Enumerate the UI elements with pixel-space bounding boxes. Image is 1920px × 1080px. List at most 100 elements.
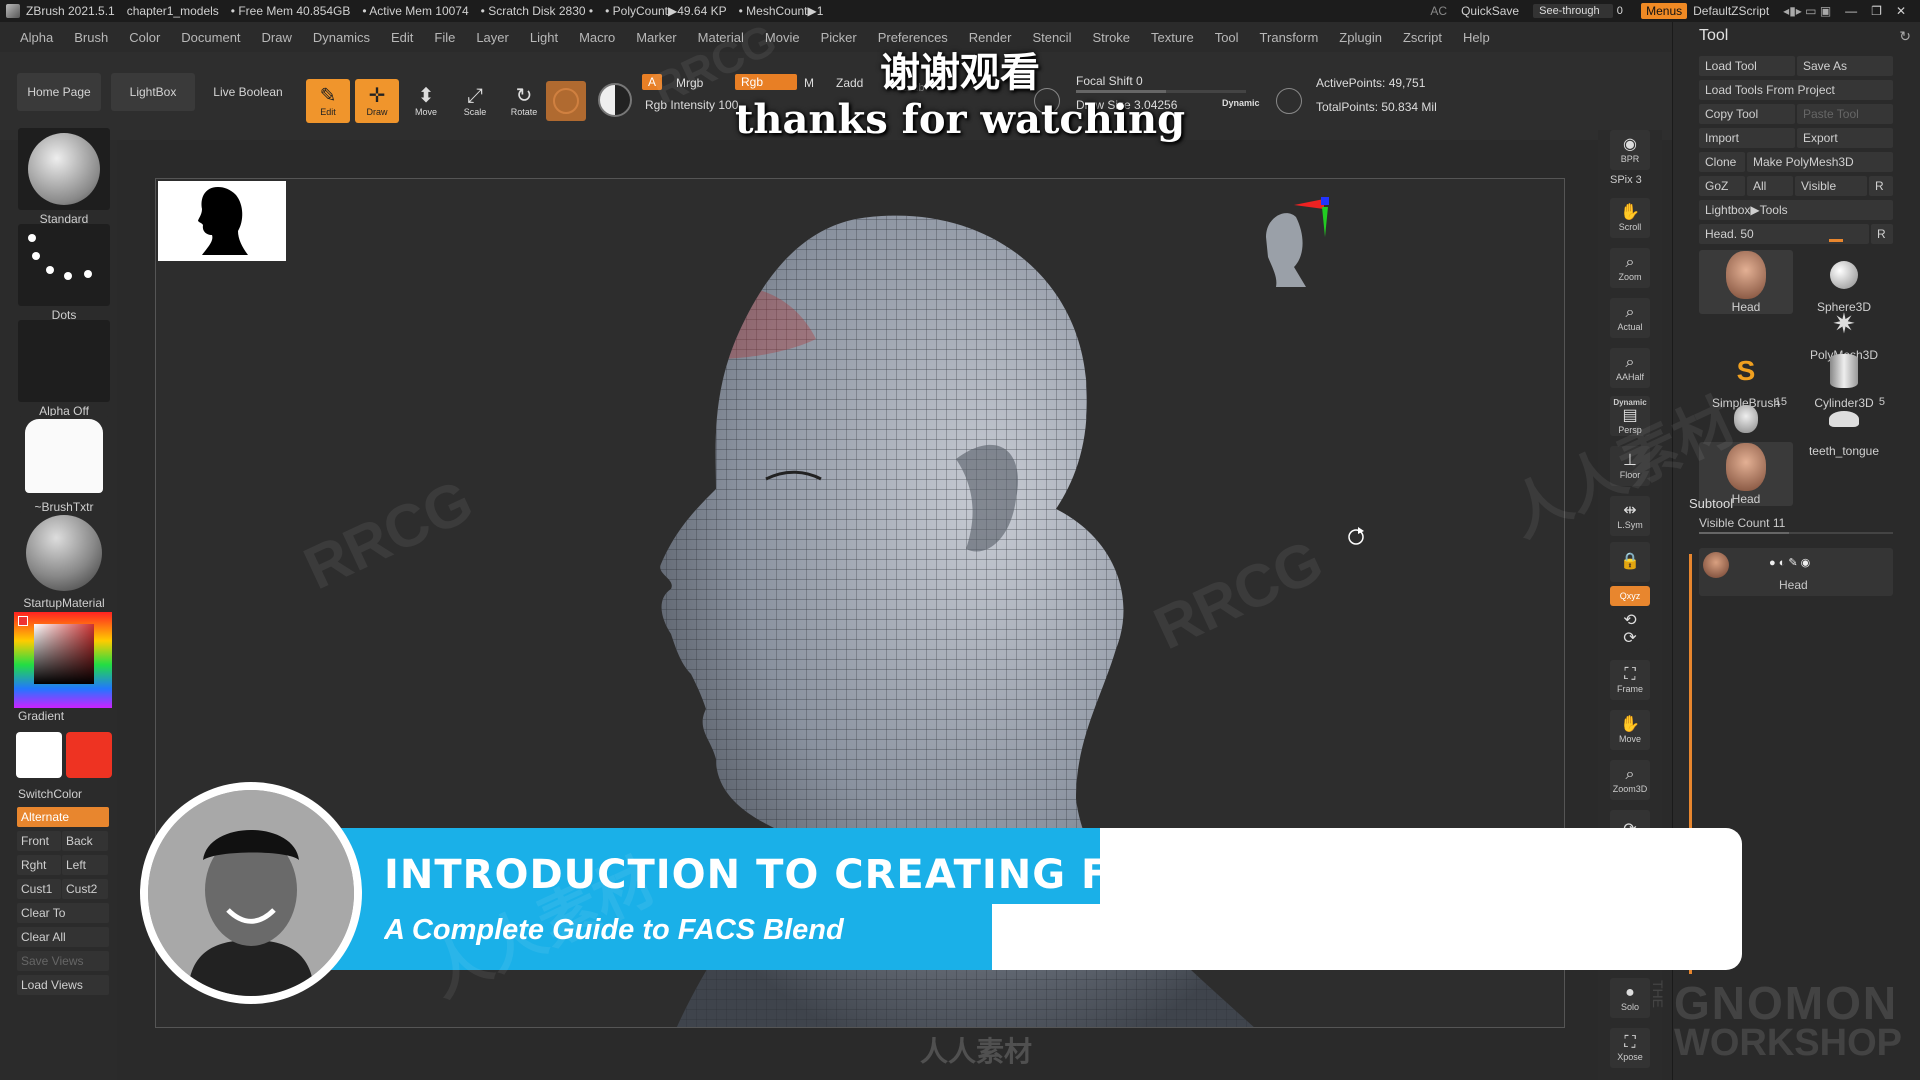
clear-all-button[interactable]: Clear All — [17, 927, 109, 947]
banner-subtitle: A Complete Guide to FACS Blend — [384, 914, 844, 946]
cust1-view-button[interactable]: Cust1 — [17, 879, 61, 899]
alpha-thumbnail — [18, 320, 110, 402]
xpose-icon: ⛶ — [1624, 1034, 1636, 1051]
persp-label: Persp — [1618, 424, 1642, 435]
teeth-icon — [1797, 394, 1891, 444]
stroke-selector[interactable]: Dots — [18, 224, 110, 322]
zoom-button[interactable]: ⌕ Zoom — [1610, 248, 1650, 288]
brush-texture-icon — [25, 419, 103, 493]
export-button[interactable]: Export — [1797, 128, 1893, 148]
goz-r-button[interactable]: R — [1869, 176, 1893, 196]
title-bar: ZBrush 2021.5.1 chapter1_models • Free M… — [0, 0, 1920, 22]
load-tools-from-project-button[interactable]: Load Tools From Project — [1699, 80, 1893, 100]
alpha-selector[interactable]: Alpha Off — [18, 320, 110, 418]
paste-tool-button[interactable]: Paste Tool — [1797, 104, 1893, 124]
load-tool-button[interactable]: Load Tool — [1699, 56, 1795, 76]
color-picker[interactable] — [14, 612, 112, 708]
free-mem-readout: • Free Mem 40.854GB — [230, 4, 351, 18]
head-tool-slider[interactable]: Head. 50 — [1699, 224, 1869, 244]
xyz-axis-toggle[interactable]: Qxyz — [1610, 586, 1650, 606]
default-zscript-button[interactable]: DefaultZScript — [1693, 4, 1769, 18]
tool-palette-header[interactable]: Tool ↻ — [1673, 22, 1920, 50]
material-selector[interactable]: StartupMaterial — [18, 512, 110, 610]
back-view-button[interactable]: Back — [62, 831, 108, 851]
head-r-button[interactable]: R — [1871, 224, 1893, 244]
maximize-icon[interactable]: ❐ — [1871, 4, 1882, 18]
switch-color-button[interactable]: SwitchColor — [14, 784, 112, 804]
dots-stroke-icon — [28, 234, 92, 280]
secondary-color-swatch[interactable] — [66, 732, 112, 778]
color-indicator-icon — [18, 616, 28, 626]
spix-slider[interactable]: SPix 3 — [1610, 174, 1642, 186]
tool-thumb-head[interactable]: Head — [1699, 250, 1793, 314]
left-view-button[interactable]: Left — [62, 855, 108, 875]
lightbox-tools-button[interactable]: Lightbox▶Tools — [1699, 200, 1893, 220]
subtool-item[interactable]: ● ◐ ✎ ◉ Head — [1699, 548, 1893, 596]
layout-icons[interactable]: ◂▮▸ ▭ ▣ — [1783, 4, 1831, 18]
clone-button[interactable]: Clone — [1699, 152, 1745, 172]
scroll-label: Scroll — [1618, 222, 1642, 232]
instructor-photo — [148, 790, 354, 996]
frame-button[interactable]: ⛶ Frame — [1610, 660, 1650, 700]
lsym-label: L.Sym — [1617, 520, 1643, 530]
clear-to-button[interactable]: Clear To — [17, 903, 109, 923]
polycount-readout: • PolyCount▶49.64 KP — [605, 4, 727, 18]
subtool-header[interactable]: Subtool — [1689, 496, 1733, 511]
make-polymesh-button[interactable]: Make PolyMesh3D — [1747, 152, 1893, 172]
texture-selector[interactable]: ~BrushTxtr — [18, 416, 110, 514]
gnomon-logo-the: THE — [1650, 980, 1666, 1008]
color-square[interactable] — [34, 624, 94, 684]
palette-refresh-icon[interactable]: ↻ — [1899, 22, 1911, 50]
menus-toggle[interactable]: Menus — [1641, 3, 1688, 19]
move-label: Move — [1618, 734, 1641, 744]
rotation-axis-buttons[interactable]: ⟲ ⟳ — [1610, 610, 1650, 650]
gradient-toggle[interactable]: Gradient — [14, 706, 112, 726]
aahalf-label: AAHalf — [1615, 372, 1644, 382]
xyz-label: Qxyz — [1619, 591, 1641, 601]
goz-visible-button[interactable]: Visible — [1795, 176, 1867, 196]
aahalf-button[interactable]: ⌕ AAHalf — [1610, 348, 1650, 388]
front-view-button[interactable]: Front — [17, 831, 61, 851]
actual-button[interactable]: ⌕ Actual — [1610, 298, 1650, 338]
goz-all-button[interactable]: All — [1747, 176, 1793, 196]
cylinder-icon — [1797, 346, 1891, 396]
tool-thumb-count: 15 — [1774, 396, 1787, 408]
cust2-view-button[interactable]: Cust2 — [62, 879, 108, 899]
lock-icon: 🔒 — [1620, 553, 1640, 570]
move-view-button[interactable]: ✋ Move — [1610, 710, 1650, 750]
visible-count-label: Visible Count 11 — [1699, 516, 1786, 530]
lock-button[interactable]: 🔒 — [1610, 542, 1650, 582]
minimize-icon[interactable]: — — [1845, 4, 1857, 18]
load-views-button[interactable]: Load Views — [17, 975, 109, 995]
bpr-button[interactable]: ◉ BPR — [1610, 130, 1650, 170]
alternate-toggle[interactable]: Alternate — [17, 807, 109, 827]
simplebrush-icon: S — [1736, 355, 1756, 386]
local-symmetry-button[interactable]: ⇹ L.Sym — [1610, 496, 1650, 536]
visible-count-slider[interactable]: Visible Count 11 — [1699, 516, 1893, 534]
save-as-button[interactable]: Save As — [1797, 56, 1893, 76]
see-through-slider[interactable]: See-through 0 — [1533, 4, 1627, 18]
ac-button[interactable]: AC — [1430, 4, 1447, 18]
xpose-button[interactable]: ⛶ Xpose — [1610, 1028, 1650, 1068]
subtool-thumb-icon — [1703, 552, 1729, 578]
import-button[interactable]: Import — [1699, 128, 1795, 148]
material-label: StartupMaterial — [23, 596, 105, 610]
persp-button[interactable]: Dynamic ▤ Persp — [1610, 396, 1650, 436]
goz-button[interactable]: GoZ — [1699, 176, 1745, 196]
right-view-button[interactable]: Rght — [17, 855, 61, 875]
head-icon — [1699, 442, 1793, 492]
copy-tool-button[interactable]: Copy Tool — [1699, 104, 1795, 124]
quicksave-button[interactable]: QuickSave — [1461, 4, 1519, 18]
tool-thumb-count: 5 — [1878, 396, 1885, 408]
subtool-controls-icon[interactable]: ● ◐ ✎ ◉ — [1769, 556, 1810, 569]
tool-thumb-teeth_tongue[interactable]: teeth_tongue 5 — [1797, 394, 1891, 458]
primary-color-swatch[interactable] — [16, 732, 62, 778]
save-views-button[interactable]: Save Views — [17, 951, 109, 971]
symmetry-icon: ⇹ — [1623, 502, 1637, 519]
material-sphere-icon — [26, 515, 102, 591]
close-icon[interactable]: ✕ — [1896, 4, 1906, 18]
zoom-label: Zoom — [1618, 272, 1642, 282]
orientation-gizmo[interactable] — [1266, 197, 1329, 287]
floor-button[interactable]: ⊥ Floor — [1610, 446, 1650, 486]
scroll-button[interactable]: ✋ Scroll — [1610, 198, 1650, 238]
